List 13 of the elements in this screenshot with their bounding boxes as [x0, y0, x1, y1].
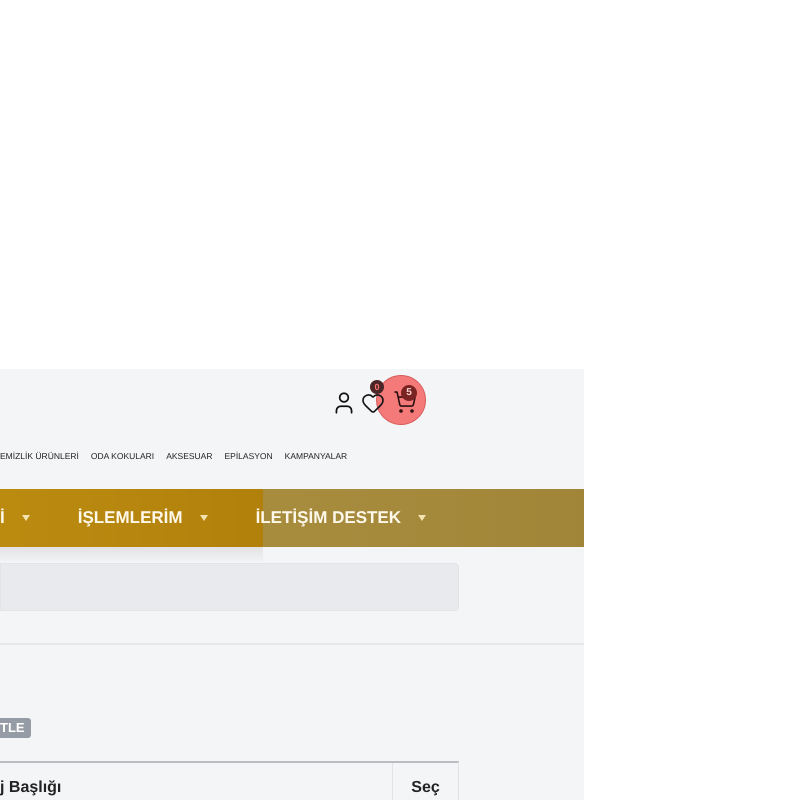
category-link[interactable]: EMİZLİK ÜRÜNLERİ: [0, 451, 79, 461]
caret-icon: [418, 515, 426, 521]
caret-icon: [22, 515, 30, 521]
category-link[interactable]: KAMPANYALAR: [284, 451, 348, 461]
category-link[interactable]: EPİLASYON: [224, 451, 273, 461]
column-header: Seç: [410, 778, 441, 798]
category-link[interactable]: AKSESUAR: [166, 451, 212, 461]
caret-icon: [200, 515, 208, 521]
category-link[interactable]: ODA KOKULARI: [90, 451, 154, 461]
column-header: j Başlığı: [0, 763, 393, 800]
cart-count-badge: 5: [401, 385, 417, 401]
wishlist-count-badge: 0: [370, 380, 384, 394]
cart-icon: [393, 390, 417, 414]
